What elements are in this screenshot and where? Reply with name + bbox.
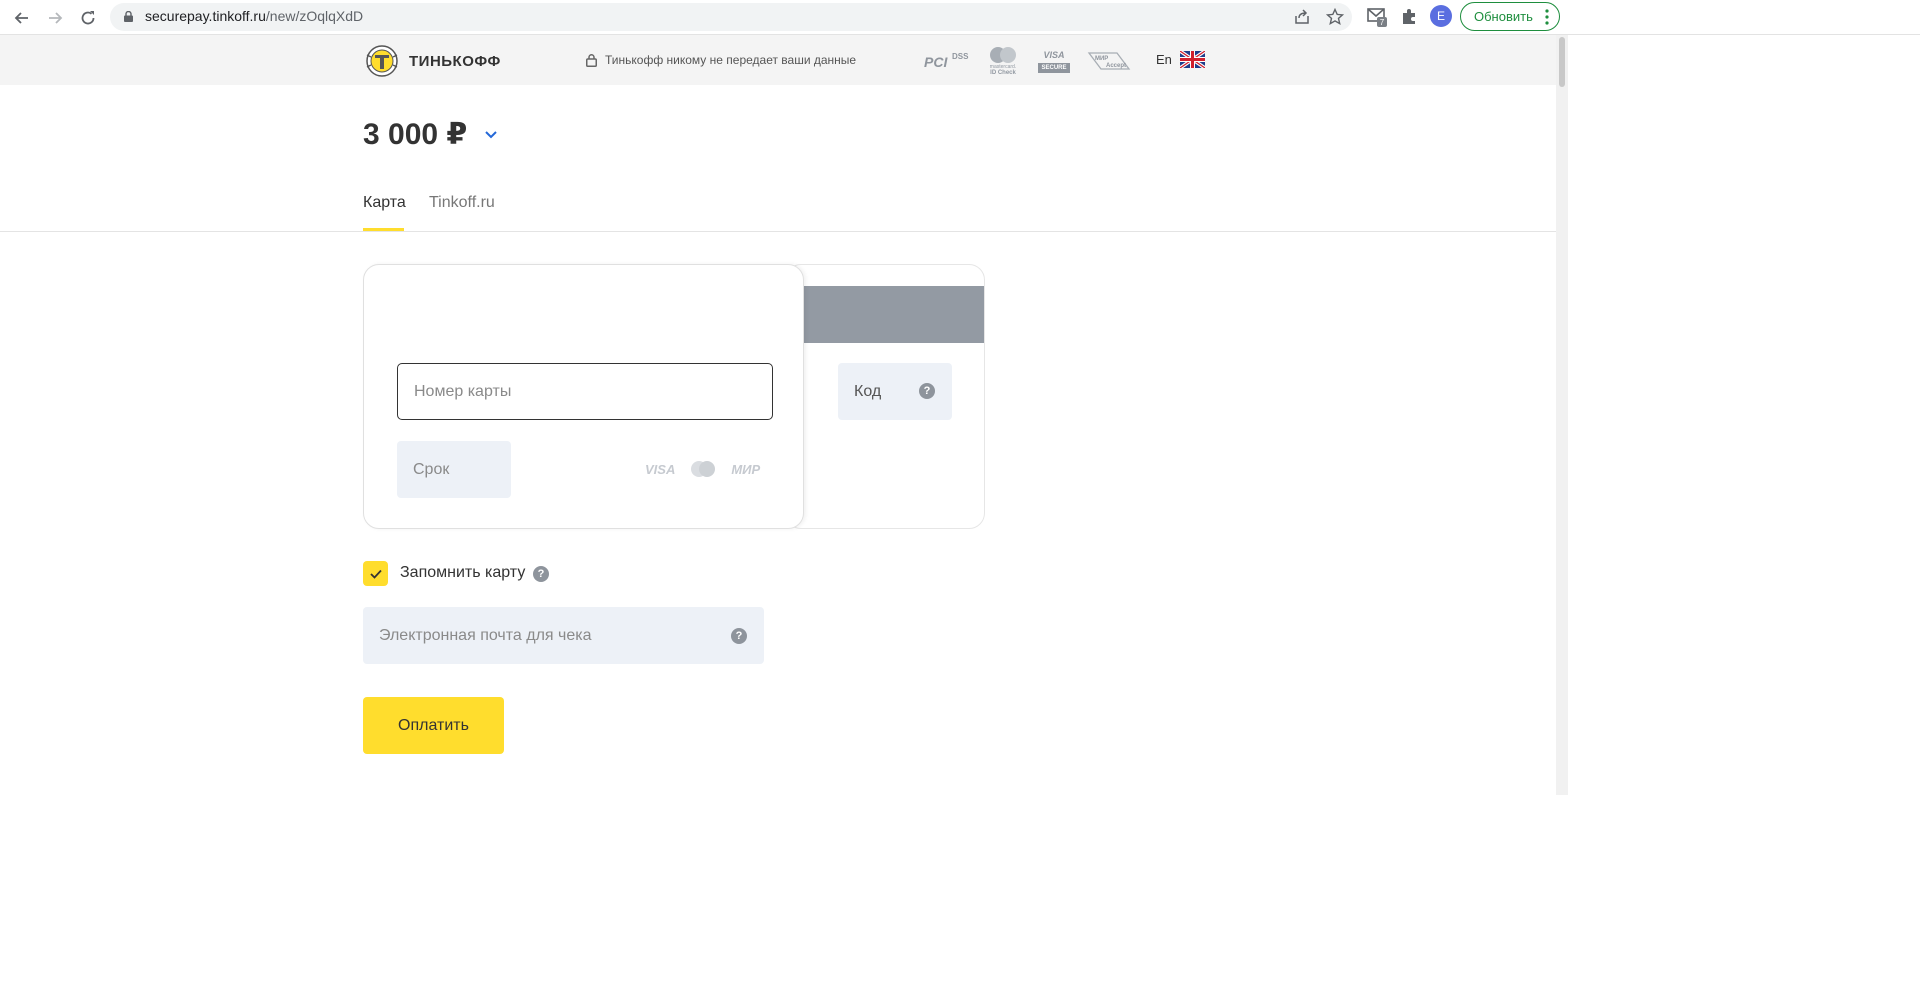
more-vertical-icon[interactable] xyxy=(1545,9,1549,25)
card-cvc-input[interactable]: Код ? xyxy=(838,363,952,420)
remember-card-checkbox[interactable] xyxy=(363,561,388,586)
privacy-notice: Тинькофф никому не передает ваши данные xyxy=(586,53,856,67)
visa-logo: VISA xyxy=(645,461,676,477)
visa-badge-text: VISA xyxy=(1043,49,1065,60)
card-number-input[interactable]: Номер карты xyxy=(397,363,773,420)
mastercard-id-check-badge: mastercard. ID Check xyxy=(986,45,1020,77)
chevron-down-icon[interactable] xyxy=(484,130,498,140)
profile-avatar[interactable]: E xyxy=(1430,5,1452,27)
url-text: securepay.tinkoff.ru/new/zOqlqXdD xyxy=(145,8,363,24)
card-expiry-input[interactable]: Срок xyxy=(397,441,511,498)
uk-flag-icon[interactable] xyxy=(1180,51,1205,68)
card-magnetic-stripe xyxy=(785,286,984,343)
receipt-email-placeholder: Электронная почта для чека xyxy=(379,626,592,644)
mastercard-icon xyxy=(691,461,716,477)
visa-secure-text: SECURE xyxy=(1038,62,1070,73)
arrow-right-icon xyxy=(49,12,63,24)
lock-icon xyxy=(124,11,133,22)
bookmark-star-icon[interactable] xyxy=(1326,8,1344,26)
visa-secure-badge: VISA SECURE xyxy=(1038,45,1070,77)
payment-system-logos: VISA МИР xyxy=(645,460,760,478)
cvc-help-icon[interactable]: ? xyxy=(919,383,935,399)
remember-card-label[interactable]: Запомнить карту xyxy=(400,564,525,582)
update-label: Обновить xyxy=(1474,9,1533,24)
page-scrollbar[interactable] xyxy=(1556,35,1568,795)
id-check-text: ID Check xyxy=(990,69,1016,76)
card-number-placeholder: Номер карты xyxy=(414,382,512,400)
checkmark-icon xyxy=(369,569,382,579)
card-expiry-placeholder: Срок xyxy=(413,460,450,478)
back-button[interactable] xyxy=(8,4,36,32)
dss-text: DSS xyxy=(952,52,969,61)
email-help-icon[interactable]: ? xyxy=(731,628,747,644)
reload-button[interactable] xyxy=(74,4,102,32)
mastercard-circles-icon xyxy=(990,46,1016,63)
padlock-icon xyxy=(586,53,597,67)
card-cvc-placeholder: Код xyxy=(854,382,882,400)
privacy-text: Тинькофф никому не передает ваши данные xyxy=(605,53,857,67)
mir-accept-badge: МИР Accept xyxy=(1087,45,1131,77)
brand-name: ТИНЬКОФФ xyxy=(409,52,501,70)
arrow-left-icon xyxy=(14,12,28,24)
mir-logo: МИР xyxy=(731,461,761,477)
pay-button[interactable]: Оплатить xyxy=(363,697,504,754)
share-icon[interactable] xyxy=(1293,8,1311,26)
receipt-email-input[interactable]: Электронная почта для чека ? xyxy=(363,607,764,664)
brand-logo[interactable]: ТИНЬКОФФ xyxy=(363,45,501,77)
forward-button[interactable] xyxy=(41,4,69,32)
payment-amount: 3 000 ₽ xyxy=(363,118,468,151)
pay-button-label: Оплатить xyxy=(398,716,469,734)
mir-accept-logo-icon: МИР Accept xyxy=(1087,52,1131,70)
update-browser-button[interactable]: Обновить xyxy=(1460,2,1560,31)
tab-card[interactable]: Карта xyxy=(363,194,406,212)
scrollbar-thumb[interactable] xyxy=(1559,37,1565,87)
puzzle-extensions-icon[interactable] xyxy=(1400,6,1420,26)
address-bar[interactable]: securepay.tinkoff.ru/new/zOqlqXdD xyxy=(110,3,1352,31)
payment-method-tabs: Карта Tinkoff.ru xyxy=(0,180,1556,232)
url-path: /new/zOqlqXdD xyxy=(265,8,364,24)
url-host: securepay.tinkoff.ru xyxy=(145,8,266,24)
active-tab-indicator xyxy=(363,228,404,231)
mir-accept-text: Accept xyxy=(1106,63,1126,69)
mail-extension-icon[interactable]: 7 xyxy=(1367,6,1387,27)
reload-icon xyxy=(81,11,95,25)
pci-dss-badge: PCI DSS xyxy=(922,45,970,77)
pci-text: PCI xyxy=(924,54,948,70)
page-bottom-area xyxy=(0,795,1920,986)
browser-toolbar: securepay.tinkoff.ru/new/zOqlqXdD 7 E Об… xyxy=(0,0,1920,35)
extension-badge: 7 xyxy=(1380,18,1385,27)
pci-dss-logo-icon: PCI DSS xyxy=(924,52,969,70)
remember-help-icon[interactable]: ? xyxy=(533,566,549,582)
tinkoff-emblem-icon xyxy=(366,45,398,77)
mir-badge-text: МИР xyxy=(1095,56,1108,62)
language-label[interactable]: En xyxy=(1156,52,1172,67)
site-header: ТИНЬКОФФ Тинькофф никому не передает ваш… xyxy=(0,35,1556,85)
tab-tinkoff[interactable]: Tinkoff.ru xyxy=(429,194,495,212)
